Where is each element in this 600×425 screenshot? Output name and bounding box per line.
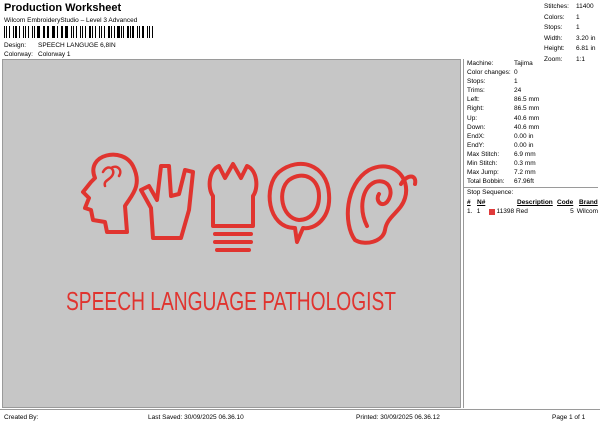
detail-up: Up: 40.6 mm bbox=[467, 114, 540, 122]
detail-max-jump: Max Jump: 7.2 mm bbox=[467, 169, 536, 177]
stat-stops: Stops: 1 bbox=[544, 24, 580, 31]
artwork-text: SPEECH LANGUAGE PATHOLOGIST bbox=[66, 286, 396, 316]
stop-sequence-row: 1. 1 11398 Red 5 Wilcom bbox=[467, 207, 598, 216]
page-number: Page 1 of 1 bbox=[552, 414, 586, 421]
printed-date: Printed: 30/09/2025 06.36.12 bbox=[356, 414, 440, 421]
detail-down: Down: 40.6 mm bbox=[467, 123, 540, 131]
detail-max-stitch: Max Stitch: 6.9 mm bbox=[467, 150, 536, 158]
detail-machine: Machine: Tajima bbox=[467, 60, 533, 67]
sign-language-hand-icon bbox=[139, 164, 195, 240]
embroidery-artwork: SPEECH LANGUAGE PATHOLOGIST bbox=[66, 152, 418, 316]
stat-stitches: Stitches: 11400 bbox=[544, 3, 594, 10]
stop-sequence-title: Stop Sequence: bbox=[464, 187, 598, 198]
detail-min-stitch: Min Stitch: 0.3 mm bbox=[467, 160, 536, 168]
detail-color-changes: Color changes: 0 bbox=[467, 69, 518, 77]
ear-icon bbox=[345, 164, 418, 245]
thread-code-cell: 11398 bbox=[488, 207, 516, 216]
stop-sequence-header: # N# Description Code Brand bbox=[467, 199, 598, 207]
colorway-value: Colorway 1 bbox=[38, 51, 71, 58]
detail-total-bobbin: Total Bobbin: 67.96ft bbox=[467, 178, 534, 186]
barcode bbox=[4, 26, 156, 38]
head-icon bbox=[81, 152, 139, 234]
stat-height: Height: 6.81 in bbox=[544, 45, 596, 52]
summary-stats: Stitches: 11400 Colors: 1 Stops: 1 Width: 3.… bbox=[544, 2, 598, 65]
footer: Created By: Last Saved: 30/09/2025 06.36… bbox=[0, 409, 600, 425]
detail-left: Left: 86.5 mm bbox=[467, 96, 540, 104]
speech-bubble-icon bbox=[267, 162, 332, 244]
created-by: Created By: bbox=[4, 414, 39, 421]
design-preview: SPEECH LANGUAGE PATHOLOGIST bbox=[2, 59, 461, 408]
design-value: SPEECH LANGUGE 6,8IN bbox=[38, 42, 116, 49]
colorway-label: Colorway: bbox=[4, 51, 33, 58]
worksheet-title: Production Worksheet bbox=[4, 2, 122, 14]
design-label: Design: bbox=[4, 42, 27, 49]
detail-trims: Trims: 24 bbox=[467, 87, 522, 95]
detail-stops: Stops: 1 bbox=[467, 78, 518, 86]
stat-colors: Colors: 1 bbox=[544, 13, 580, 21]
stat-width: Width: 3.20 in bbox=[544, 34, 596, 42]
lightbulb-icon bbox=[207, 162, 259, 252]
thread-color-swatch bbox=[488, 208, 495, 215]
design-details-panel: Machine: Tajima Color changes: 0 Stops: 1 T… bbox=[463, 59, 598, 408]
detail-endy: EndY: 0.00 in bbox=[467, 141, 534, 149]
detail-endx: EndX: 0.00 in bbox=[467, 132, 534, 140]
detail-right: Right: 86.5 mm bbox=[467, 105, 540, 113]
software-subtitle: Wilcom EmbroideryStudio – Level 3 Advanc… bbox=[4, 17, 138, 24]
last-saved: Last Saved: 30/09/2025 06.36.10 bbox=[148, 414, 244, 421]
